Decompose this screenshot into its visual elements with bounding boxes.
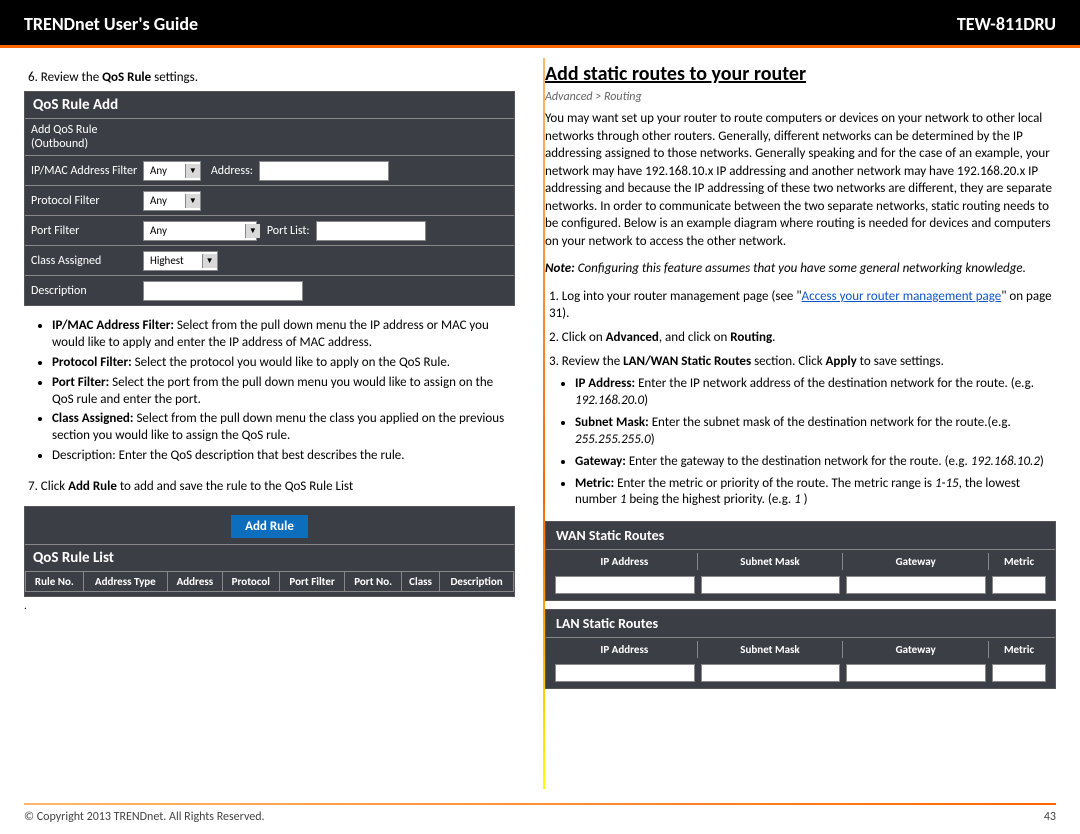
col-rule-no: Rule No. xyxy=(26,572,84,592)
add-rule-button[interactable]: Add Rule xyxy=(231,515,308,538)
col-port-no: Port No. xyxy=(345,572,402,592)
sub-subnet: Subnet Mask: Enter the subnet mask of th… xyxy=(575,415,1056,449)
col-proto: Protocol xyxy=(222,572,279,592)
bullet-class: Class Assigned: Select from the pull dow… xyxy=(52,411,515,445)
lan-col-mask: Subnet Mask xyxy=(698,641,844,658)
step-2: 2. Click on Advanced, and click on Routi… xyxy=(549,329,1056,347)
ipmac-select[interactable]: Any xyxy=(143,161,201,181)
lan-col-ip: IP Address xyxy=(552,641,698,658)
left-column: 6. Review the QoS Rule settings. QoS Rul… xyxy=(24,62,515,795)
lan-col-metric: Metric xyxy=(989,641,1049,658)
portlist-label: Port List: xyxy=(267,224,310,238)
col-addr-type: Address Type xyxy=(83,572,167,592)
sub-gateway: Gateway: Enter the gateway to the destin… xyxy=(575,454,1056,471)
right-column: Add static routes to your router Advance… xyxy=(545,62,1056,795)
desc-input[interactable] xyxy=(143,281,303,301)
address-input[interactable] xyxy=(259,161,389,181)
column-divider xyxy=(543,58,545,789)
qos-bullets: IP/MAC Address Filter: Select from the p… xyxy=(52,318,515,465)
bullet-ipmac: IP/MAC Address Filter: Select from the p… xyxy=(52,318,515,352)
ipmac-label: IP/MAC Address Filter xyxy=(31,164,143,178)
qos-add-title: QoS Rule Add xyxy=(25,92,514,118)
port-select[interactable]: Any xyxy=(143,221,257,241)
section-heading: Add static routes to your router xyxy=(545,62,1056,86)
lan-routes-title: LAN Static Routes xyxy=(546,610,1055,637)
lan-routes-panel: LAN Static Routes IP Address Subnet Mask… xyxy=(545,609,1056,689)
intro-paragraph: You may want set up your router to route… xyxy=(545,110,1056,250)
portlist-input[interactable] xyxy=(316,221,426,241)
sub-ip: IP Address: Enter the IP network address… xyxy=(575,376,1056,410)
lan-gw-input[interactable] xyxy=(846,664,986,682)
bullet-protocol: Protocol Filter: Select the protocol you… xyxy=(52,355,515,372)
port-label: Port Filter xyxy=(31,224,143,238)
wan-mask-input[interactable] xyxy=(701,576,841,594)
footer: © Copyright 2013 TRENDnet. All Rights Re… xyxy=(0,805,1080,834)
qos-rule-table: Rule No. Address Type Address Protocol P… xyxy=(25,571,514,592)
step-1: 1. Log into your router management page … xyxy=(549,288,1056,323)
protocol-label: Protocol Filter xyxy=(31,194,143,208)
wan-col-gw: Gateway xyxy=(843,553,989,570)
bullet-port: Port Filter: Select the port from the pu… xyxy=(52,375,515,409)
header-bar: TRENDnet User's Guide TEW-811DRU xyxy=(0,0,1080,48)
class-select[interactable]: Highest xyxy=(143,251,218,271)
model-number: TEW-811DRU xyxy=(957,13,1056,35)
add-rule-panel: Add Rule QoS Rule List Rule No. Address … xyxy=(24,506,515,597)
wan-routes-panel: WAN Static Routes IP Address Subnet Mask… xyxy=(545,521,1056,601)
qos-rule-add-panel: QoS Rule Add Add QoS Rule (Outbound) IP/… xyxy=(24,91,515,306)
class-label: Class Assigned xyxy=(31,254,143,268)
address-label: Address: xyxy=(211,164,253,178)
col-desc: Description xyxy=(440,572,514,592)
guide-title: TRENDnet User's Guide xyxy=(24,13,198,35)
wan-metric-input[interactable] xyxy=(992,576,1046,594)
wan-ip-input[interactable] xyxy=(555,576,695,594)
copyright: © Copyright 2013 TRENDnet. All Rights Re… xyxy=(24,810,265,824)
col-addr: Address xyxy=(167,572,222,592)
wan-col-mask: Subnet Mask xyxy=(698,553,844,570)
note-paragraph: Note: Configuring this feature assumes t… xyxy=(545,260,1056,278)
lan-mask-input[interactable] xyxy=(701,664,841,682)
protocol-select[interactable]: Any xyxy=(143,191,201,211)
mgmt-page-link[interactable]: Access your router management page xyxy=(802,289,1002,304)
wan-routes-title: WAN Static Routes xyxy=(546,522,1055,549)
desc-label: Description xyxy=(31,284,143,298)
lan-ip-input[interactable] xyxy=(555,664,695,682)
col-class: Class xyxy=(401,572,439,592)
qos-list-title: QoS Rule List xyxy=(25,544,514,571)
col-port-filter: Port Filter xyxy=(279,572,345,592)
step-6: 6. Review the QoS Rule settings. xyxy=(28,70,515,85)
period: . xyxy=(24,599,515,612)
wan-col-ip: IP Address xyxy=(552,553,698,570)
wan-gw-input[interactable] xyxy=(846,576,986,594)
bullet-desc: Description: Enter the QoS description t… xyxy=(52,448,515,465)
page-number: 43 xyxy=(1044,810,1056,824)
step-3: 3. Review the LAN/WAN Static Routes sect… xyxy=(549,353,1056,510)
wan-col-metric: Metric xyxy=(989,553,1049,570)
breadcrumb: Advanced > Routing xyxy=(545,90,1056,104)
steps-list: 1. Log into your router management page … xyxy=(549,288,1056,509)
lan-col-gw: Gateway xyxy=(843,641,989,658)
step-7: 7. Click Add Rule to add and save the ru… xyxy=(28,479,515,494)
lan-metric-input[interactable] xyxy=(992,664,1046,682)
sub-metric: Metric: Enter the metric or priority of … xyxy=(575,476,1056,510)
qos-outbound-label: Add QoS Rule (Outbound) xyxy=(31,123,143,151)
